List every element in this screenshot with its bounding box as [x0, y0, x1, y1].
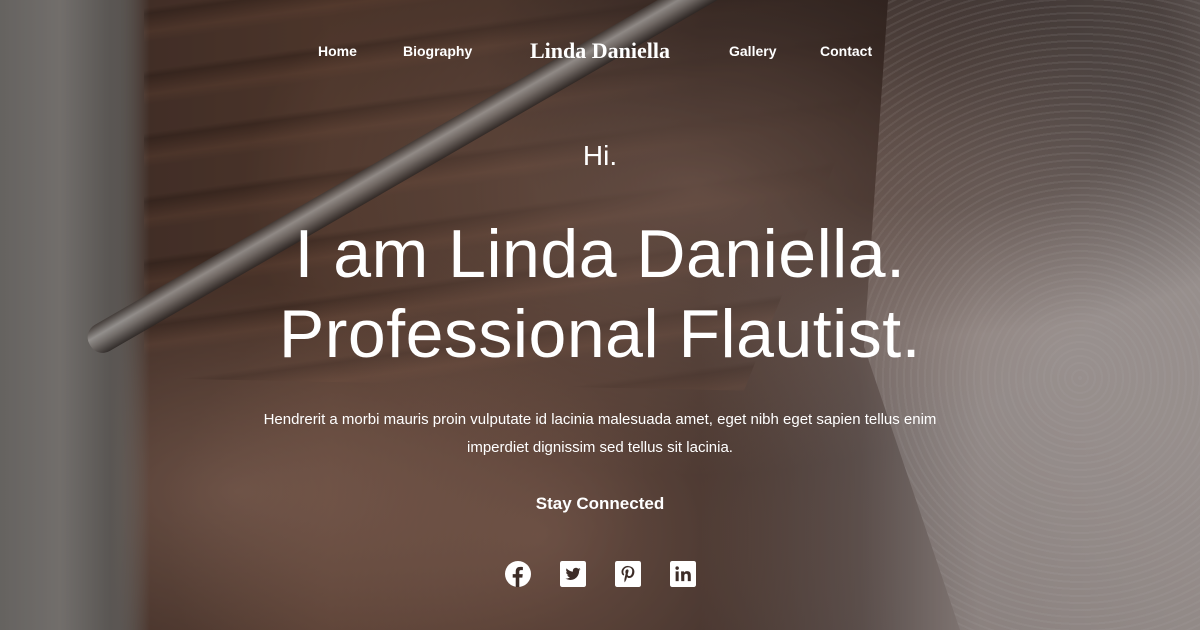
- hero-description: Hendrerit a morbi mauris proin vulputate…: [263, 411, 937, 456]
- nav-link-contact[interactable]: Contact: [820, 43, 872, 59]
- twitter-icon[interactable]: [559, 561, 586, 587]
- brand-name[interactable]: Linda Daniella: [530, 38, 670, 63]
- social-links: [0, 561, 1200, 587]
- linkedin-icon[interactable]: [669, 561, 696, 587]
- nav-link-gallery[interactable]: Gallery: [729, 43, 776, 59]
- stay-connected-heading: Stay Connected: [535, 494, 665, 513]
- headline-line-2: Professional Flautist.: [278, 296, 922, 372]
- main-navigation: Home Biography Linda Daniella Gallery Co…: [0, 0, 1200, 100]
- nav-link-home[interactable]: Home: [318, 43, 357, 59]
- site-brand: Linda Daniella: [0, 38, 1200, 64]
- facebook-icon[interactable]: [504, 561, 531, 587]
- hero-headline: I am Linda Daniella. Professional Flauti…: [0, 214, 1200, 374]
- hero-greeting: Hi.: [582, 140, 618, 171]
- headline-line-1: I am Linda Daniella.: [294, 216, 906, 292]
- nav-link-biography[interactable]: Biography: [403, 43, 472, 59]
- pinterest-icon[interactable]: [614, 561, 641, 587]
